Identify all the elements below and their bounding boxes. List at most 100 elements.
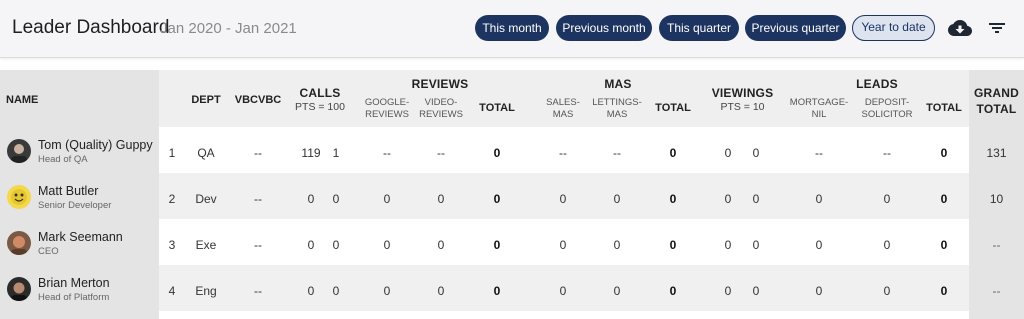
col-sales-mas-line2: MAS bbox=[552, 109, 574, 120]
rank: 2 bbox=[168, 192, 176, 206]
reviews-total-value: 0 bbox=[493, 238, 501, 252]
mortgage-nil-value: 0 bbox=[815, 238, 823, 252]
deposit-solicitor-value: 0 bbox=[883, 284, 891, 298]
col-video-reviews-line2: REVIEWS bbox=[419, 109, 463, 120]
col-viewings[interactable]: VIEWINGS bbox=[700, 86, 785, 100]
grand-total-value: 10 bbox=[989, 192, 1004, 206]
filter-previous-quarter[interactable]: Previous quarter bbox=[745, 15, 846, 41]
col-sales-mas[interactable]: SALES- MAS bbox=[535, 97, 591, 121]
person-role: CEO bbox=[38, 246, 59, 257]
calls-points: 0 bbox=[332, 284, 340, 298]
col-reviews[interactable]: REVIEWS bbox=[400, 77, 480, 91]
viewings-value: 0 bbox=[724, 284, 732, 298]
calls-pts: PTS = 100 bbox=[295, 101, 345, 113]
lettings-mas-value: 0 bbox=[613, 284, 621, 298]
col-mas-total[interactable]: TOTAL bbox=[648, 102, 698, 114]
sales-mas-value: -- bbox=[559, 146, 567, 160]
video-reviews-value: 0 bbox=[437, 284, 445, 298]
sales-mas-value: 0 bbox=[559, 192, 567, 206]
vbc-value: -- bbox=[254, 146, 262, 160]
col-vbc[interactable]: VBCVBC bbox=[230, 94, 286, 106]
col-video-reviews[interactable]: VIDEO- REVIEWS bbox=[412, 97, 470, 121]
col-grand-total-line1: GRAND bbox=[974, 86, 1019, 100]
calls-points: 0 bbox=[332, 238, 340, 252]
vbc-value: -- bbox=[254, 238, 262, 252]
col-sales-mas-line1: SALES- bbox=[546, 97, 580, 108]
grand-total-value: 131 bbox=[986, 146, 1007, 160]
col-mortgage-nil-line2: NIL bbox=[811, 109, 827, 120]
mortgage-nil-value: -- bbox=[815, 146, 823, 160]
mas-total-value: 0 bbox=[669, 146, 677, 160]
viewings-points: 0 bbox=[752, 284, 760, 298]
filter-previous-month[interactable]: Previous month bbox=[556, 15, 652, 41]
mortgage-nil-value: 0 bbox=[815, 284, 823, 298]
dept: QA bbox=[197, 146, 215, 160]
col-mortgage-nil[interactable]: MORTGAGE- NIL bbox=[787, 97, 851, 121]
leads-total-value: 0 bbox=[940, 146, 948, 160]
col-grand-total[interactable]: GRAND TOTAL bbox=[969, 85, 1024, 117]
col-mas[interactable]: MAS bbox=[588, 77, 648, 91]
calls-value: 119 bbox=[301, 146, 321, 160]
filter-year-to-date[interactable]: Year to date bbox=[852, 15, 935, 41]
leads-total-value: 0 bbox=[940, 238, 948, 252]
vbc-value: -- bbox=[254, 192, 262, 206]
rank: 1 bbox=[168, 146, 176, 160]
viewings-points: 0 bbox=[752, 146, 760, 160]
col-lettings-mas-line1: LETTINGS- bbox=[592, 97, 642, 108]
viewings-value: 0 bbox=[724, 238, 732, 252]
col-leads[interactable]: LEADS bbox=[845, 77, 909, 91]
person-name[interactable]: Tom (Quality) Guppy bbox=[38, 138, 153, 152]
person-role: Head of Platform bbox=[38, 292, 110, 303]
person-name[interactable]: Mark Seemann bbox=[38, 230, 123, 244]
col-google-reviews[interactable]: GOOGLE- REVIEWS bbox=[358, 97, 416, 121]
mas-total-value: 0 bbox=[669, 192, 677, 206]
filter-this-quarter[interactable]: This quarter bbox=[659, 15, 739, 41]
viewings-pts: PTS = 10 bbox=[720, 101, 765, 113]
leaderboard-table: NAME DEPT VBCVBC CALLS PTS = 100 REVIEWS… bbox=[0, 70, 1024, 319]
col-deposit-solicitor[interactable]: DEPOSIT- SOLICITOR bbox=[854, 97, 920, 121]
person-role: Senior Developer bbox=[38, 200, 112, 211]
dept: Eng bbox=[195, 284, 217, 298]
col-video-reviews-line1: VIDEO- bbox=[424, 97, 458, 108]
col-google-reviews-line1: GOOGLE- bbox=[364, 97, 410, 108]
filter-this-month[interactable]: This month bbox=[475, 15, 549, 41]
person-role: Head of QA bbox=[38, 154, 88, 165]
viewings-value: 0 bbox=[724, 146, 732, 160]
viewings-points: 0 bbox=[752, 238, 760, 252]
mortgage-nil-value: 0 bbox=[815, 192, 823, 206]
google-reviews-value: 0 bbox=[383, 192, 391, 206]
col-google-reviews-line2: REVIEWS bbox=[365, 109, 409, 120]
calls-points: 0 bbox=[332, 192, 340, 206]
viewings-points: 0 bbox=[752, 192, 760, 206]
viewings-value: 0 bbox=[724, 192, 732, 206]
calls-points: 1 bbox=[332, 146, 340, 160]
leads-total-value: 0 bbox=[940, 284, 948, 298]
avatar bbox=[7, 185, 31, 209]
reviews-total-value: 0 bbox=[493, 192, 501, 206]
col-reviews-total[interactable]: TOTAL bbox=[472, 102, 522, 114]
col-grand-total-line2: TOTAL bbox=[976, 102, 1017, 116]
col-dept[interactable]: DEPT bbox=[186, 94, 226, 106]
calls-value: 0 bbox=[307, 192, 315, 206]
col-lettings-mas-line2: MAS bbox=[606, 109, 628, 120]
col-mortgage-nil-line1: MORTGAGE- bbox=[789, 97, 849, 108]
col-lettings-mas[interactable]: LETTINGS- MAS bbox=[586, 97, 648, 121]
cloud-download-icon[interactable] bbox=[948, 16, 972, 40]
person-name[interactable]: Brian Merton bbox=[38, 276, 110, 290]
col-name[interactable]: NAME bbox=[6, 94, 38, 106]
rank: 3 bbox=[168, 238, 176, 252]
reviews-total-value: 0 bbox=[493, 284, 501, 298]
grand-total-value: -- bbox=[992, 284, 1001, 298]
lettings-mas-value: 0 bbox=[613, 238, 621, 252]
dept: Dev bbox=[195, 192, 217, 206]
col-calls[interactable]: CALLS bbox=[285, 86, 355, 100]
col-leads-total[interactable]: TOTAL bbox=[922, 102, 966, 114]
mas-total-value: 0 bbox=[669, 284, 677, 298]
filter-icon[interactable] bbox=[985, 16, 1009, 40]
sales-mas-value: 0 bbox=[559, 284, 567, 298]
lettings-mas-value: -- bbox=[613, 146, 621, 160]
dept: Exe bbox=[195, 238, 217, 252]
vbc-value: -- bbox=[254, 284, 262, 298]
avatar bbox=[7, 139, 31, 163]
person-name[interactable]: Matt Butler bbox=[38, 184, 98, 198]
